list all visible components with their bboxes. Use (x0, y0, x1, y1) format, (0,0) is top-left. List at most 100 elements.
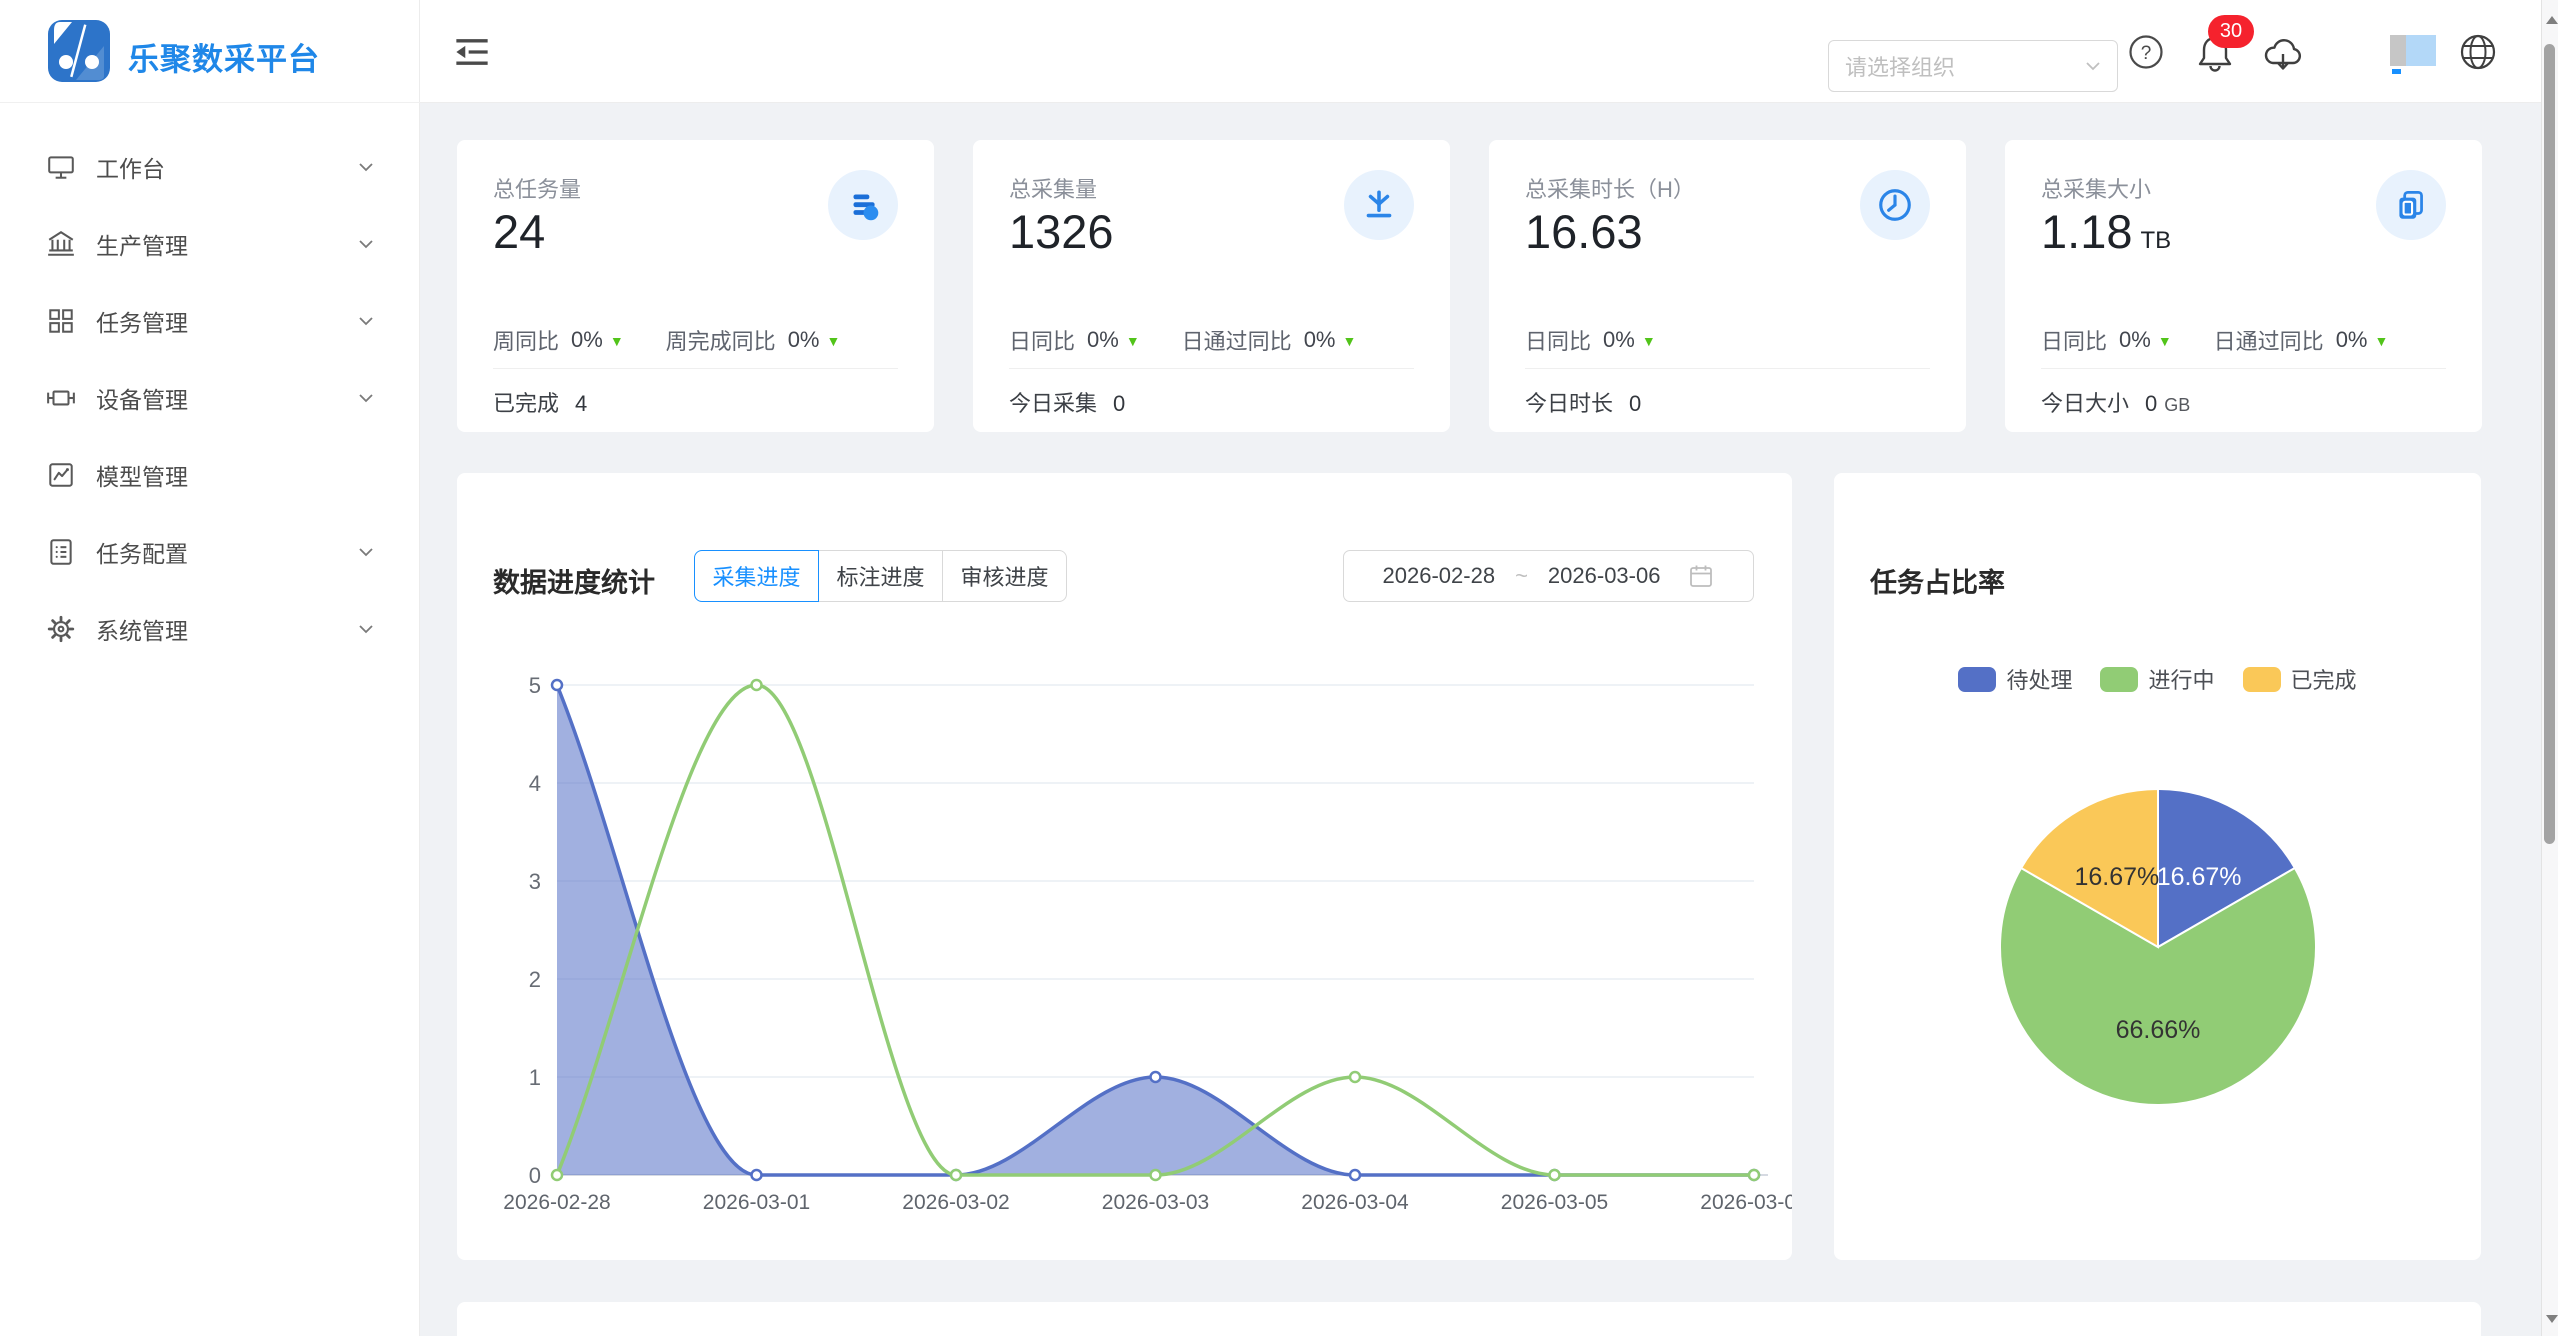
svg-text:1: 1 (529, 1065, 541, 1090)
svg-text:2: 2 (529, 967, 541, 992)
sidebar-item-workbench[interactable]: 工作台 (0, 128, 420, 205)
ratio-value: 0% (1603, 327, 1635, 353)
svg-text:2026-03-06: 2026-03-06 (1700, 1191, 1792, 1214)
svg-text:2026-03-04: 2026-03-04 (1301, 1191, 1409, 1214)
language-globe-icon[interactable] (2459, 33, 2497, 71)
org-select[interactable]: 请选择组织 (1828, 40, 2118, 92)
stat-ratios: 日同比 0% ▼ (1525, 324, 1656, 356)
task-pie-chart[interactable]: 16.67%66.66%16.67% (1918, 707, 2398, 1187)
divider (493, 368, 898, 369)
ratio-label: 周同比 (493, 324, 559, 356)
caret-down-icon: ▼ (2158, 333, 2172, 349)
avatar-artifact (2392, 69, 2401, 74)
stat-footer: 已完成 4 (493, 386, 587, 418)
help-icon[interactable]: ? (2128, 34, 2164, 70)
tasks-icon (46, 306, 76, 336)
stat-label: 总采集大小 (2041, 172, 2151, 204)
chevron-down-icon (358, 547, 374, 557)
chevron-down-icon (358, 239, 374, 249)
stat-icon-circle (1860, 170, 1930, 240)
footer-label: 今日大小 (2041, 386, 2129, 418)
stat-value: 1326 (1009, 204, 1114, 259)
legend-item-pending[interactable]: 待处理 (1958, 663, 2072, 695)
task-list-icon (844, 186, 882, 224)
sidebar-collapse-button[interactable] (453, 33, 491, 71)
ratio-label: 日通过同比 (2214, 324, 2324, 356)
tab-review-progress[interactable]: 审核进度 (942, 550, 1067, 602)
collect-download-icon (1360, 186, 1398, 224)
legend-item-completed[interactable]: 已完成 (2243, 663, 2357, 695)
app-logo-icon (46, 18, 112, 84)
sidebar-item-label: 系统管理 (96, 612, 188, 646)
legend-swatch (2100, 667, 2138, 692)
legend-item-inprogress[interactable]: 进行中 (2100, 663, 2214, 695)
progress-line-chart[interactable]: 0123452026-02-282026-03-012026-03-022026… (470, 648, 1792, 1220)
tab-annotation-progress[interactable]: 标注进度 (818, 550, 943, 602)
legend-label: 进行中 (2148, 663, 2214, 695)
scrollbar-thumb[interactable] (2544, 44, 2555, 844)
org-select-placeholder: 请选择组织 (1845, 50, 2085, 82)
caret-down-icon: ▼ (1126, 333, 1140, 349)
sidebar-item-tasks[interactable]: 任务管理 (0, 282, 420, 359)
calendar-icon (1688, 563, 1714, 589)
progress-section-title: 数据进度统计 (493, 561, 655, 600)
user-avatar[interactable] (2390, 35, 2436, 66)
svg-text:2026-02-28: 2026-02-28 (503, 1191, 610, 1214)
footer-label: 已完成 (493, 386, 559, 418)
copy-icon (2392, 186, 2430, 224)
ratio-value: 0% (571, 327, 603, 353)
scrollbar-up-arrow[interactable] (2546, 16, 2558, 24)
ratio-value: 0% (788, 327, 820, 353)
svg-text:2026-03-02: 2026-03-02 (902, 1191, 1009, 1214)
scrollbar-down-arrow[interactable] (2546, 1315, 2558, 1323)
workbench-icon (46, 152, 76, 182)
pie-section-title: 任务占比率 (1870, 561, 2005, 600)
stat-value: 1.18 (2041, 204, 2132, 259)
stat-icon-circle (1344, 170, 1414, 240)
stat-card-total-size: 总采集大小 1.18 TB 日同比 0% ▼ 日通过同比 0% ▼ 今日大小 0… (2005, 140, 2482, 432)
svg-text:0: 0 (529, 1163, 541, 1188)
stat-label: 总采集量 (1009, 172, 1097, 204)
pie-legend: 待处理 进行中 已完成 (1834, 663, 2481, 695)
date-range-picker[interactable]: 2026-02-28 ~ 2026-03-06 (1343, 550, 1754, 602)
sidebar-item-production[interactable]: 生产管理 (0, 205, 420, 282)
footer-label: 今日时长 (1525, 386, 1613, 418)
sidebar-item-models[interactable]: 模型管理 (0, 436, 420, 513)
footer-label: 今日采集 (1009, 386, 1097, 418)
svg-text:66.66%: 66.66% (2116, 1016, 2201, 1044)
svg-text:2026-03-05: 2026-03-05 (1501, 1191, 1608, 1214)
sidebar-item-system[interactable]: 系统管理 (0, 590, 420, 667)
brand-title: 乐聚数采平台 (128, 34, 320, 79)
stat-footer: 今日采集 0 (1009, 386, 1125, 418)
tab-collect-progress[interactable]: 采集进度 (694, 550, 819, 602)
caret-down-icon: ▼ (610, 333, 624, 349)
logo-block[interactable]: 乐聚数采平台 (0, 0, 420, 103)
ratio-label: 日同比 (1009, 324, 1075, 356)
svg-text:3: 3 (529, 869, 541, 894)
sidebar-item-task-config[interactable]: 任务配置 (0, 513, 420, 590)
date-start: 2026-02-28 (1383, 563, 1496, 589)
stat-ratios: 周同比 0% ▼ 周完成同比 0% ▼ (493, 324, 840, 356)
ratio-value: 0% (1304, 327, 1336, 353)
devices-icon (46, 383, 76, 413)
stat-icon-circle (2376, 170, 2446, 240)
stat-icon-circle (828, 170, 898, 240)
cloud-download-icon[interactable] (2262, 34, 2304, 72)
svg-text:16.67%: 16.67% (2075, 863, 2160, 891)
stat-footer: 今日大小 0 GB (2041, 386, 2190, 418)
sidebar-item-devices[interactable]: 设备管理 (0, 359, 420, 436)
chevron-down-icon (358, 393, 374, 403)
caret-down-icon: ▼ (2374, 333, 2388, 349)
stat-unit: TB (2140, 227, 2171, 255)
models-icon (46, 460, 76, 490)
clock-icon (1876, 186, 1914, 224)
ratio-label: 周完成同比 (666, 324, 776, 356)
svg-text:2026-03-03: 2026-03-03 (1102, 1191, 1209, 1214)
caret-down-icon: ▼ (826, 333, 840, 349)
stat-card-total-tasks: 总任务量 24 周同比 0% ▼ 周完成同比 0% ▼ 已完成 4 (457, 140, 934, 432)
ratio-value: 0% (2336, 327, 2368, 353)
legend-label: 待处理 (2006, 663, 2072, 695)
legend-label: 已完成 (2291, 663, 2357, 695)
system-icon (46, 614, 76, 644)
ratio-label: 日同比 (1525, 324, 1591, 356)
